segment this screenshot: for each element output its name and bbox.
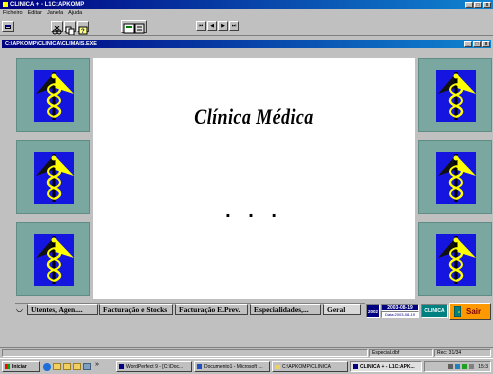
clinic-badge: CLINICA <box>421 304 448 318</box>
medical-emblem-tile <box>16 58 90 132</box>
status-record: Rec: 31/34 <box>434 349 491 357</box>
folder-task-icon <box>275 364 280 369</box>
medical-emblem-tile <box>418 222 492 296</box>
caduceus-icon <box>34 152 74 204</box>
exit-label: Sair <box>466 307 482 316</box>
task-explorer[interactable]: C:\APKOMP\CLINICA <box>272 361 348 372</box>
copy-icon <box>65 26 75 36</box>
folder-icon-3[interactable] <box>73 363 81 370</box>
medical-emblem-tile <box>16 140 90 214</box>
tray-icons <box>448 364 475 369</box>
window-button[interactable] <box>2 21 14 32</box>
caduceus-icon <box>34 70 74 122</box>
task-wordperfect-label: WordPerfect 9 - [C:\Doc... <box>126 363 184 370</box>
calculator-button[interactable] <box>121 20 147 34</box>
date-display: 2003-08-19 <box>381 304 419 311</box>
printer-icon[interactable] <box>469 364 475 369</box>
close-button[interactable]: x <box>483 1 491 8</box>
caduceus-icon <box>34 234 74 286</box>
clinic-heading: Clínica Médica <box>194 104 314 129</box>
caduceus-icon <box>436 234 476 286</box>
medical-emblem-tile <box>418 58 492 132</box>
help-button[interactable]: ? <box>77 21 89 35</box>
scissors-icon <box>52 25 62 35</box>
folder-icon-2[interactable] <box>63 363 71 370</box>
system-tray: 15:3 <box>424 361 491 372</box>
svg-text:?: ? <box>81 29 85 35</box>
main-panel: Clínica Médica . . . <box>93 58 415 299</box>
record-navigator: ⏮ ◀ ▶ ⏭ <box>196 21 239 31</box>
word-icon <box>197 364 202 369</box>
maximize-button[interactable]: □ <box>474 1 482 8</box>
toolbar: ? ⏮ ◀ ▶ ⏭ <box>0 18 493 36</box>
app-title: CLINICA + - L1C:APKOMP <box>10 1 85 8</box>
child-restore-button[interactable]: □ <box>473 41 481 47</box>
tab-scroll-icon[interactable]: ◡ <box>16 304 27 315</box>
tab-especialidades[interactable]: Especialidades,... <box>250 304 321 315</box>
date-subdisplay: Data:2003-08-19 <box>381 311 419 318</box>
empty-area <box>0 322 493 346</box>
app-title-bar: CLINICA + - L1C:APKOMP _ □ x <box>0 0 493 9</box>
menu-ficheiro[interactable]: Ficheiro <box>3 10 23 16</box>
prev-record-button[interactable]: ◀ <box>207 21 217 31</box>
caduceus-icon <box>436 70 476 122</box>
last-record-button[interactable]: ⏭ <box>229 21 239 31</box>
copy-button[interactable] <box>64 21 76 36</box>
task-wordperfect[interactable]: WordPerfect 9 - [C:\Doc... <box>116 361 192 372</box>
quick-launch: » <box>43 361 99 371</box>
next-record-button[interactable]: ▶ <box>218 21 228 31</box>
clock: 15:3 <box>478 363 488 370</box>
status-bar: Especial.dbf Rec: 31/34 <box>0 347 493 357</box>
wordperfect-icon <box>119 364 124 369</box>
network-icon[interactable] <box>455 364 461 369</box>
more-chevron-icon[interactable]: » <box>95 361 99 371</box>
medical-emblem-tile <box>418 140 492 214</box>
child-title-bar: C:\APKOMP\CLINICA\CLIMAIS.EXE _ □ x <box>2 40 491 48</box>
app-icon <box>3 2 8 7</box>
browser-icon[interactable] <box>43 363 51 371</box>
task-word-label: Documento1 - Microsoft ... <box>204 363 263 370</box>
folder-icon[interactable] <box>53 363 61 370</box>
cut-button[interactable] <box>51 21 63 35</box>
task-explorer-label: C:\APKOMP\CLINICA <box>282 363 331 370</box>
medical-emblem-tile <box>16 222 90 296</box>
year-badge: 2002 <box>366 304 380 318</box>
menu-bar: Ficheiro Editar Janela Ajuda <box>3 9 87 17</box>
tab-facturacao-stocks[interactable]: Facturação e Stocks <box>99 304 173 315</box>
minimize-button[interactable]: _ <box>465 1 473 8</box>
menu-janela[interactable]: Janela <box>47 10 63 16</box>
exit-button[interactable]: Sair <box>449 303 491 320</box>
help-icon: ? <box>78 26 88 35</box>
door-icon <box>454 306 461 317</box>
volume-icon[interactable] <box>448 364 454 369</box>
desktop-icon[interactable] <box>83 363 91 370</box>
start-label: Iniciar <box>12 363 27 370</box>
tab-geral[interactable]: Geral <box>323 304 361 315</box>
first-record-button[interactable]: ⏮ <box>196 21 206 31</box>
status-file: Especial.dbf <box>369 349 433 357</box>
tab-utentes[interactable]: Utentes, Agen.... <box>27 304 98 315</box>
tab-facturacao-eprev[interactable]: Facturação E.Prev. <box>175 304 248 315</box>
antivirus-icon[interactable] <box>462 364 468 369</box>
child-title: C:\APKOMP\CLINICA\CLIMAIS.EXE <box>5 41 97 47</box>
task-clinica[interactable]: CLINICA + - L1C:APK... <box>350 361 422 372</box>
status-main-pane <box>2 349 368 357</box>
windows-logo-icon <box>5 364 10 369</box>
child-minimize-button[interactable]: _ <box>464 41 472 47</box>
loading-dots: . . . <box>225 200 283 222</box>
caduceus-icon <box>436 152 476 204</box>
child-close-button[interactable]: x <box>482 41 490 47</box>
task-word[interactable]: Documento1 - Microsoft ... <box>194 361 270 372</box>
clinica-task-icon <box>353 364 358 369</box>
start-button[interactable]: Iniciar <box>2 361 40 372</box>
menu-ajuda[interactable]: Ajuda <box>68 10 82 16</box>
menu-editar[interactable]: Editar <box>28 10 42 16</box>
calculator-icon <box>123 23 145 34</box>
task-clinica-label: CLINICA + - L1C:APK... <box>360 363 415 370</box>
